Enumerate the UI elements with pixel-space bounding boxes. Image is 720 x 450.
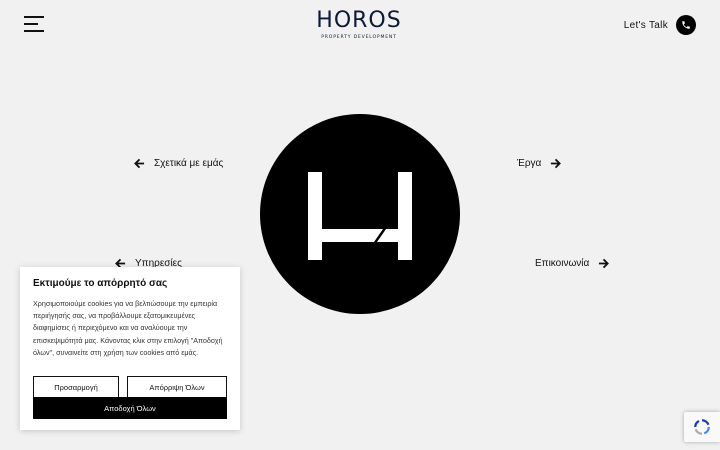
- hamburger-menu-icon[interactable]: [24, 16, 44, 32]
- cookie-description: Χρησιμοποιούμε cookies για να βελτιώσουμ…: [33, 299, 223, 357]
- logo-wordmark: HOROS: [316, 8, 402, 33]
- nav-label-about: Σχετικά με εμάς: [154, 158, 224, 169]
- lets-talk-label: Let's Talk: [623, 19, 668, 31]
- accept-all-cookies-button[interactable]: Αποδοχή Όλων: [33, 397, 227, 419]
- menu-line: [24, 30, 44, 32]
- nav-link-projects[interactable]: Έργα: [517, 158, 562, 169]
- lets-talk-button[interactable]: Let's Talk: [624, 14, 696, 36]
- arrow-left-icon: [134, 158, 145, 169]
- arrow-right-icon: [551, 158, 562, 169]
- nav-label-projects: Έργα: [517, 158, 542, 169]
- nav-link-contact[interactable]: Επικοινωνία: [535, 258, 610, 269]
- menu-line: [24, 23, 38, 25]
- logo-tagline: PROPERTY DEVELOPMENT: [321, 35, 397, 40]
- h-emblem-icon: [308, 172, 412, 260]
- nav-link-about[interactable]: Σχετικά με εμάς: [134, 158, 223, 169]
- cookie-title: Εκτιμούμε το απόρρητό σας: [33, 278, 168, 289]
- customize-cookies-button[interactable]: Προσαρμογή: [33, 376, 119, 398]
- phone-icon: [676, 15, 696, 35]
- cookie-consent-banner: Εκτιμούμε το απόρρητό σας Χρησιμοποιούμε…: [20, 267, 240, 430]
- brand-emblem-circle: [260, 114, 460, 314]
- site-logo[interactable]: HOROS PROPERTY DEVELOPMENT: [300, 9, 418, 43]
- recaptcha-icon[interactable]: [684, 412, 720, 442]
- reject-all-cookies-button[interactable]: Απόρριψη Όλων: [127, 376, 227, 398]
- cookie-button-row: Προσαρμογή Απόρριψη Όλων: [33, 376, 227, 398]
- arrow-right-icon: [599, 258, 610, 269]
- nav-label-contact: Επικοινωνία: [535, 258, 590, 269]
- menu-line: [24, 16, 44, 18]
